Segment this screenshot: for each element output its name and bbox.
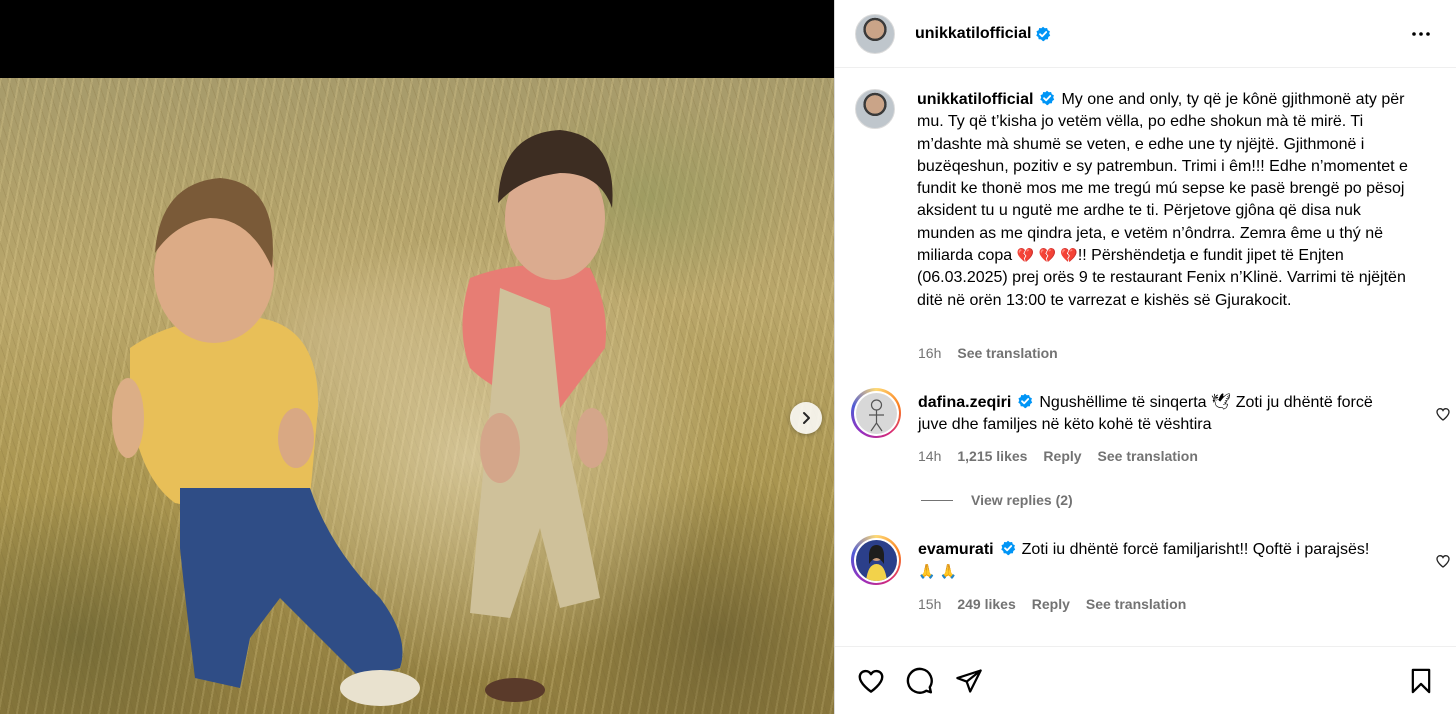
caption-see-translation[interactable]: See translation	[957, 345, 1057, 361]
comment-bubble-icon	[906, 667, 933, 694]
post-media	[0, 0, 834, 714]
heart-outline-icon	[858, 669, 884, 693]
comment-text: Zoti iu dhëntë forcë familjarisht!! Qoft…	[1021, 541, 1370, 558]
caption-text: unikkatilofficial My one and only, ty që…	[917, 89, 1417, 312]
bookmark-icon	[1411, 668, 1431, 694]
verified-badge-icon	[1000, 540, 1015, 556]
comment-meta: 15h 249 likes Reply See translation	[918, 596, 1202, 612]
comment-body: dafina.zeqiri Ngushëllime të sinqerta 🕊 …	[918, 392, 1398, 437]
comment-likes[interactable]: 249 likes	[957, 596, 1015, 612]
post-photo	[0, 78, 834, 714]
paper-plane-icon	[956, 669, 982, 693]
caption-body-part1: My one and only, ty që je kônë gjithmonë…	[917, 91, 1408, 265]
commenter-username[interactable]: dafina.zeqiri	[918, 394, 1011, 411]
post-side-panel: unikkatilofficial unikkatilofficial My o…	[834, 0, 1456, 714]
chevron-right-icon	[803, 412, 810, 424]
share-button[interactable]	[953, 665, 985, 697]
photo-illustration	[112, 130, 730, 706]
author-avatar[interactable]	[855, 13, 895, 54]
next-media-button[interactable]	[790, 402, 822, 434]
comment-like-heart-icon[interactable]	[1435, 406, 1451, 422]
instagram-post-view: unikkatilofficial unikkatilofficial My o…	[0, 0, 1456, 714]
verified-badge-icon	[1036, 26, 1051, 41]
comment-reply-button[interactable]: Reply	[1032, 596, 1070, 612]
comment-like-heart-icon[interactable]	[1435, 553, 1451, 569]
caption-meta: 16h See translation	[918, 345, 1074, 361]
comment-likes[interactable]: 1,215 likes	[957, 448, 1027, 464]
comment-button[interactable]	[903, 665, 935, 697]
comment-time: 15h	[918, 596, 942, 612]
more-horizontal-icon	[1412, 32, 1430, 36]
post-action-bar	[835, 646, 1456, 714]
post-header: unikkatilofficial	[835, 0, 1456, 68]
commenter-avatar	[855, 392, 897, 434]
more-options-button[interactable]	[1405, 18, 1437, 50]
replies-divider	[921, 499, 953, 501]
view-replies-label: View replies (2)	[971, 492, 1073, 508]
commenter-avatar	[855, 539, 897, 581]
like-button[interactable]	[855, 665, 887, 697]
view-replies-button[interactable]: View replies (2)	[921, 492, 1073, 508]
author-username[interactable]: unikkatilofficial	[915, 25, 1031, 43]
comment-meta: 14h 1,215 likes Reply See translation	[918, 448, 1214, 464]
verified-badge-icon	[1040, 90, 1055, 106]
comment-body: evamurati Zoti iu dhëntë forcë familjari…	[918, 539, 1398, 584]
broken-heart-emojis: 💔 💔 💔	[1016, 248, 1078, 265]
pray-emojis: 🙏 🙏	[918, 564, 958, 581]
comment-reply-button[interactable]: Reply	[1043, 448, 1081, 464]
comment-see-translation[interactable]: See translation	[1086, 596, 1186, 612]
caption: unikkatilofficial My one and only, ty që…	[855, 89, 1445, 312]
comment-see-translation[interactable]: See translation	[1098, 448, 1198, 464]
comments-list[interactable]: unikkatilofficial My one and only, ty që…	[835, 69, 1456, 646]
story-ring[interactable]	[851, 535, 901, 585]
commenter-username[interactable]: evamurati	[918, 541, 994, 558]
save-button[interactable]	[1405, 665, 1437, 697]
story-ring[interactable]	[851, 388, 901, 438]
caption-time: 16h	[918, 345, 942, 361]
verified-badge-icon	[1018, 393, 1033, 409]
comment-time: 14h	[918, 448, 942, 464]
caption-username[interactable]: unikkatilofficial	[917, 91, 1033, 108]
caption-author-avatar[interactable]	[855, 89, 895, 129]
